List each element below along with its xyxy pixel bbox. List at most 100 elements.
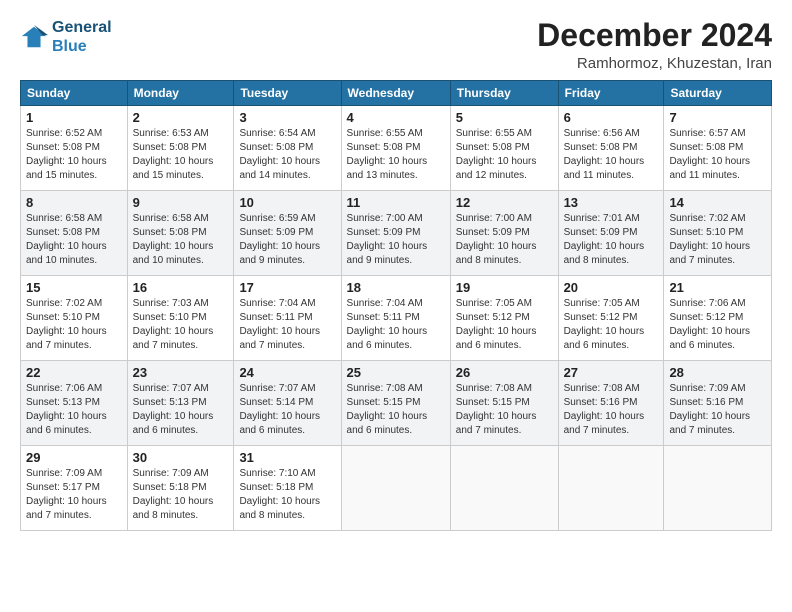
day-number: 21 <box>669 280 766 295</box>
day-number: 11 <box>347 195 445 210</box>
day-number: 2 <box>133 110 229 125</box>
calendar-cell: 27 Sunrise: 7:08 AM Sunset: 5:16 PM Dayli… <box>558 361 664 446</box>
weekday-header: Friday <box>558 81 664 106</box>
calendar-cell: 28 Sunrise: 7:09 AM Sunset: 5:16 PM Dayli… <box>664 361 772 446</box>
calendar-table: SundayMondayTuesdayWednesdayThursdayFrid… <box>20 80 772 531</box>
calendar-week-row: 8Sunrise: 6:58 AM Sunset: 5:08 PM Daylig… <box>21 191 772 276</box>
day-number: 14 <box>669 195 766 210</box>
calendar-cell: 22 Sunrise: 7:06 AM Sunset: 5:13 PM Dayli… <box>21 361 128 446</box>
day-number: 1 <box>26 110 122 125</box>
day-detail: Sunrise: 6:58 AM Sunset: 5:08 PM Dayligh… <box>26 212 122 268</box>
day-detail: Sunrise: 6:56 AM Sunset: 5:08 PM Dayligh… <box>564 127 659 183</box>
calendar-cell: 18Sunrise: 7:04 AM Sunset: 5:11 PM Dayli… <box>341 276 450 361</box>
day-number: 22 <box>26 365 122 380</box>
day-detail: Sunrise: 7:06 AM Sunset: 5:13 PM Dayligh… <box>26 382 122 438</box>
day-detail: Sunrise: 7:08 AM Sunset: 5:15 PM Dayligh… <box>347 382 445 438</box>
calendar-cell: 24Sunrise: 7:07 AM Sunset: 5:14 PM Dayli… <box>234 361 341 446</box>
day-number: 12 <box>456 195 553 210</box>
day-detail: Sunrise: 6:55 AM Sunset: 5:08 PM Dayligh… <box>347 127 445 183</box>
logo: General Blue <box>20 18 112 56</box>
day-detail: Sunrise: 7:02 AM Sunset: 5:10 PM Dayligh… <box>669 212 766 268</box>
weekday-header: Saturday <box>664 81 772 106</box>
calendar-cell: 16Sunrise: 7:03 AM Sunset: 5:10 PM Dayli… <box>127 276 234 361</box>
calendar-week-row: 15Sunrise: 7:02 AM Sunset: 5:10 PM Dayli… <box>21 276 772 361</box>
calendar-cell: 31 Sunrise: 7:10 AM Sunset: 5:18 PM Dayli… <box>234 446 341 531</box>
page: General Blue December 2024 Ramhormoz, Kh… <box>0 0 792 612</box>
calendar-cell <box>558 446 664 531</box>
day-detail: Sunrise: 7:08 AM Sunset: 5:15 PM Dayligh… <box>456 382 553 438</box>
day-number: 24 <box>239 365 335 380</box>
day-detail: Sunrise: 7:09 AM Sunset: 5:17 PM Dayligh… <box>26 467 122 523</box>
day-number: 4 <box>347 110 445 125</box>
calendar-cell: 15Sunrise: 7:02 AM Sunset: 5:10 PM Dayli… <box>21 276 128 361</box>
day-number: 28 <box>669 365 766 380</box>
day-detail: Sunrise: 6:53 AM Sunset: 5:08 PM Dayligh… <box>133 127 229 183</box>
calendar-cell: 11 Sunrise: 7:00 AM Sunset: 5:09 PM Dayli… <box>341 191 450 276</box>
month-title: December 2024 <box>537 18 772 53</box>
calendar-week-row: 29 Sunrise: 7:09 AM Sunset: 5:17 PM Dayli… <box>21 446 772 531</box>
calendar-cell: 2 Sunrise: 6:53 AM Sunset: 5:08 PM Daylig… <box>127 106 234 191</box>
logo-text: General Blue <box>52 18 112 56</box>
day-detail: Sunrise: 7:01 AM Sunset: 5:09 PM Dayligh… <box>564 212 659 268</box>
weekday-header: Sunday <box>21 81 128 106</box>
day-detail: Sunrise: 6:59 AM Sunset: 5:09 PM Dayligh… <box>239 212 335 268</box>
day-number: 13 <box>564 195 659 210</box>
weekday-header: Monday <box>127 81 234 106</box>
day-number: 27 <box>564 365 659 380</box>
calendar-cell: 4 Sunrise: 6:55 AM Sunset: 5:08 PM Daylig… <box>341 106 450 191</box>
calendar-cell: 19Sunrise: 7:05 AM Sunset: 5:12 PM Dayli… <box>450 276 558 361</box>
day-detail: Sunrise: 7:00 AM Sunset: 5:09 PM Dayligh… <box>456 212 553 268</box>
day-detail: Sunrise: 6:57 AM Sunset: 5:08 PM Dayligh… <box>669 127 766 183</box>
day-detail: Sunrise: 6:55 AM Sunset: 5:08 PM Dayligh… <box>456 127 553 183</box>
day-number: 5 <box>456 110 553 125</box>
day-number: 9 <box>133 195 229 210</box>
day-number: 29 <box>26 450 122 465</box>
day-number: 16 <box>133 280 229 295</box>
header: General Blue December 2024 Ramhormoz, Kh… <box>20 18 772 72</box>
calendar-cell: 14 Sunrise: 7:02 AM Sunset: 5:10 PM Dayli… <box>664 191 772 276</box>
day-detail: Sunrise: 6:54 AM Sunset: 5:08 PM Dayligh… <box>239 127 335 183</box>
location-title: Ramhormoz, Khuzestan, Iran <box>537 55 772 72</box>
calendar-cell: 23Sunrise: 7:07 AM Sunset: 5:13 PM Dayli… <box>127 361 234 446</box>
calendar-cell: 29 Sunrise: 7:09 AM Sunset: 5:17 PM Dayli… <box>21 446 128 531</box>
calendar-cell: 13 Sunrise: 7:01 AM Sunset: 5:09 PM Dayli… <box>558 191 664 276</box>
day-detail: Sunrise: 7:09 AM Sunset: 5:16 PM Dayligh… <box>669 382 766 438</box>
day-number: 17 <box>239 280 335 295</box>
day-detail: Sunrise: 6:52 AM Sunset: 5:08 PM Dayligh… <box>26 127 122 183</box>
day-detail: Sunrise: 7:06 AM Sunset: 5:12 PM Dayligh… <box>669 297 766 353</box>
day-detail: Sunrise: 7:04 AM Sunset: 5:11 PM Dayligh… <box>347 297 445 353</box>
day-number: 6 <box>564 110 659 125</box>
calendar-cell: 1 Sunrise: 6:52 AM Sunset: 5:08 PM Daylig… <box>21 106 128 191</box>
weekday-header: Thursday <box>450 81 558 106</box>
day-number: 20 <box>564 280 659 295</box>
calendar-cell: 8Sunrise: 6:58 AM Sunset: 5:08 PM Daylig… <box>21 191 128 276</box>
calendar-cell: 12 Sunrise: 7:00 AM Sunset: 5:09 PM Dayli… <box>450 191 558 276</box>
calendar-cell: 6 Sunrise: 6:56 AM Sunset: 5:08 PM Daylig… <box>558 106 664 191</box>
day-detail: Sunrise: 7:05 AM Sunset: 5:12 PM Dayligh… <box>564 297 659 353</box>
day-number: 3 <box>239 110 335 125</box>
day-number: 26 <box>456 365 553 380</box>
title-area: December 2024 Ramhormoz, Khuzestan, Iran <box>537 18 772 72</box>
calendar-week-row: 1 Sunrise: 6:52 AM Sunset: 5:08 PM Daylig… <box>21 106 772 191</box>
calendar-cell: 25 Sunrise: 7:08 AM Sunset: 5:15 PM Dayli… <box>341 361 450 446</box>
weekday-header: Wednesday <box>341 81 450 106</box>
day-detail: Sunrise: 7:04 AM Sunset: 5:11 PM Dayligh… <box>239 297 335 353</box>
day-number: 25 <box>347 365 445 380</box>
calendar-cell: 30Sunrise: 7:09 AM Sunset: 5:18 PM Dayli… <box>127 446 234 531</box>
calendar-cell <box>450 446 558 531</box>
day-number: 15 <box>26 280 122 295</box>
calendar-cell: 26 Sunrise: 7:08 AM Sunset: 5:15 PM Dayli… <box>450 361 558 446</box>
day-detail: Sunrise: 7:05 AM Sunset: 5:12 PM Dayligh… <box>456 297 553 353</box>
calendar-cell: 3 Sunrise: 6:54 AM Sunset: 5:08 PM Daylig… <box>234 106 341 191</box>
calendar-cell: 7Sunrise: 6:57 AM Sunset: 5:08 PM Daylig… <box>664 106 772 191</box>
day-detail: Sunrise: 7:10 AM Sunset: 5:18 PM Dayligh… <box>239 467 335 523</box>
calendar-cell: 9Sunrise: 6:58 AM Sunset: 5:08 PM Daylig… <box>127 191 234 276</box>
logo-icon <box>20 23 48 51</box>
day-detail: Sunrise: 7:00 AM Sunset: 5:09 PM Dayligh… <box>347 212 445 268</box>
calendar-cell: 5 Sunrise: 6:55 AM Sunset: 5:08 PM Daylig… <box>450 106 558 191</box>
day-number: 31 <box>239 450 335 465</box>
day-detail: Sunrise: 7:08 AM Sunset: 5:16 PM Dayligh… <box>564 382 659 438</box>
calendar-cell: 21 Sunrise: 7:06 AM Sunset: 5:12 PM Dayli… <box>664 276 772 361</box>
calendar-cell: 17 Sunrise: 7:04 AM Sunset: 5:11 PM Dayli… <box>234 276 341 361</box>
day-number: 10 <box>239 195 335 210</box>
